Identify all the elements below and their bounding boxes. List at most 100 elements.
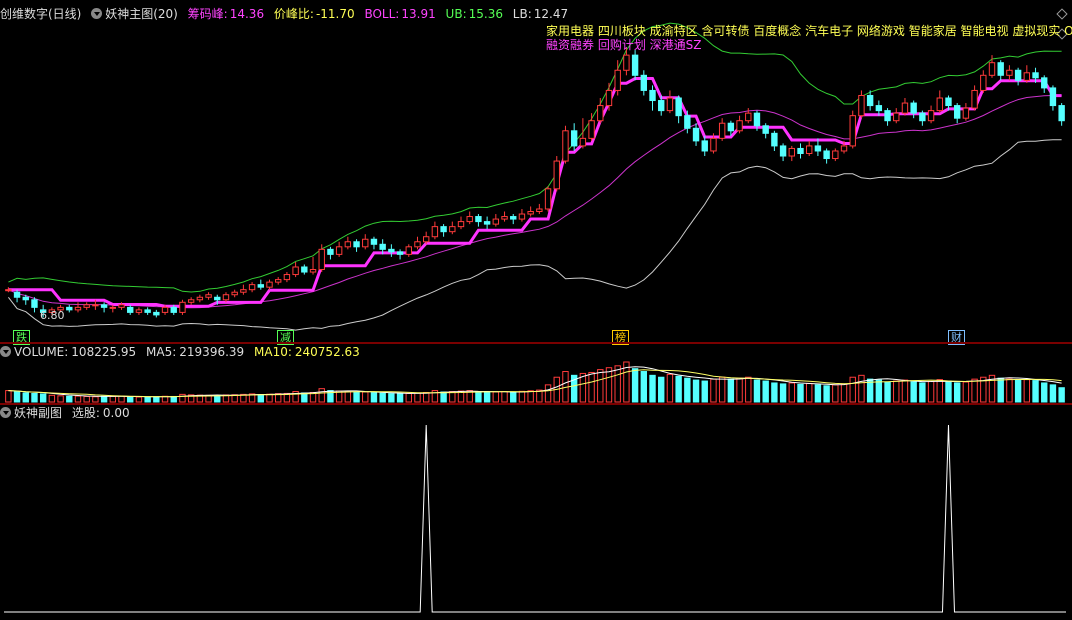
candle-body xyxy=(214,296,221,301)
boll-value: 13.91 xyxy=(401,7,436,21)
candle-body xyxy=(179,301,186,313)
candle-body xyxy=(66,306,73,311)
volume-bar xyxy=(144,396,151,403)
candle-body xyxy=(483,221,491,225)
candle-body xyxy=(440,226,447,233)
volume-bar xyxy=(39,393,47,403)
candle-body xyxy=(475,216,482,223)
candle-body xyxy=(692,127,700,142)
volume-bar xyxy=(779,383,787,403)
volume-bar xyxy=(649,374,656,403)
candle-body xyxy=(510,216,517,220)
candle-body xyxy=(327,248,334,255)
volume-bar xyxy=(753,379,761,403)
candle-body xyxy=(797,147,804,154)
candle-body xyxy=(161,306,169,313)
candle-body xyxy=(806,145,813,154)
candle-body xyxy=(553,160,560,190)
candle-body xyxy=(544,188,552,210)
dropdown-icon[interactable] xyxy=(0,346,11,357)
dropdown-icon[interactable] xyxy=(91,8,103,19)
sub-indicator-header: 妖神副图 选股: 0.00 xyxy=(0,405,136,422)
volume-bar xyxy=(718,376,726,403)
candle-body xyxy=(623,54,630,71)
volume-bar xyxy=(135,396,143,403)
candle-body xyxy=(318,248,325,271)
volume-bar xyxy=(858,374,865,403)
candle-body xyxy=(196,296,204,301)
candle-body xyxy=(980,74,987,91)
volume-bar xyxy=(614,365,621,403)
volume-bar xyxy=(544,384,552,403)
candle-body xyxy=(910,102,917,114)
candle-body xyxy=(388,248,395,253)
volume-bar xyxy=(318,388,325,403)
candle-body xyxy=(971,89,978,109)
candle-body xyxy=(335,246,343,255)
candle-body xyxy=(231,291,238,296)
volume-bar xyxy=(953,382,961,403)
volume-bar xyxy=(971,378,978,403)
volume-bar xyxy=(5,390,12,403)
candle-body xyxy=(205,294,212,298)
candle-body xyxy=(187,299,195,303)
volume-bar xyxy=(823,385,830,403)
dropdown-icon[interactable] xyxy=(0,407,11,418)
candle-body xyxy=(31,299,38,308)
volume-bar xyxy=(344,391,352,403)
volume-bar xyxy=(605,367,613,403)
candle-body xyxy=(753,112,761,127)
candle-body xyxy=(135,309,143,313)
candle-body xyxy=(431,226,439,238)
volume-bar xyxy=(92,396,99,403)
candle-body xyxy=(771,132,778,147)
candle-body xyxy=(414,241,421,248)
ma10-label: MA10: xyxy=(254,345,292,359)
candle-body xyxy=(222,294,230,301)
ub-label: UB: xyxy=(445,7,467,21)
candle-body xyxy=(840,145,848,152)
volume-bar xyxy=(788,382,795,403)
volume-bar xyxy=(832,384,839,403)
panel-divider[interactable] xyxy=(0,403,1072,405)
concept-tags-line1: 家用电器 四川板块 成渝特区 含可转债 百度概念 汽车电子 网络游戏 智能家居 … xyxy=(546,24,1072,38)
volume-bar xyxy=(684,377,691,403)
candle-body xyxy=(597,105,604,122)
volume-bar xyxy=(214,395,221,403)
candle-body xyxy=(658,100,665,112)
sub-indicator-name[interactable]: 妖神副图 xyxy=(14,406,62,420)
candle-body xyxy=(875,105,883,112)
candle-body xyxy=(309,269,317,273)
candle-body xyxy=(649,89,656,102)
volume-bar xyxy=(910,381,917,403)
candle-body xyxy=(170,306,177,313)
select-value: 0.00 xyxy=(102,406,130,420)
volume-bar xyxy=(396,393,404,403)
volume-bar xyxy=(588,371,595,403)
volume-bar xyxy=(849,376,856,403)
candle-body xyxy=(283,274,291,281)
volume-bar xyxy=(692,379,700,403)
select-signal-line xyxy=(4,424,1066,613)
candle-body xyxy=(997,62,1004,76)
main-indicator-name[interactable]: 妖神主图(20) xyxy=(105,7,178,21)
candle-body xyxy=(301,266,308,273)
ma5-label: MA5: xyxy=(146,345,177,359)
ma10-value: 240752.63 xyxy=(294,345,360,359)
stock-title[interactable]: 创维数字(日线) xyxy=(0,7,81,21)
ma5-value: 219396.39 xyxy=(179,345,245,359)
volume-bar xyxy=(658,376,665,403)
candle-body xyxy=(396,251,404,255)
candle-body xyxy=(127,306,134,313)
candle-body xyxy=(684,115,691,129)
candle-body xyxy=(927,110,935,122)
candle-body xyxy=(240,289,247,293)
volume-bar xyxy=(927,381,935,403)
candle-body xyxy=(884,110,891,122)
volume-bar xyxy=(13,391,21,403)
candle-body xyxy=(457,221,465,228)
candle-body xyxy=(405,246,412,255)
candle-body xyxy=(1058,105,1065,122)
volume-bar xyxy=(840,383,848,403)
volume-bar xyxy=(762,380,769,403)
